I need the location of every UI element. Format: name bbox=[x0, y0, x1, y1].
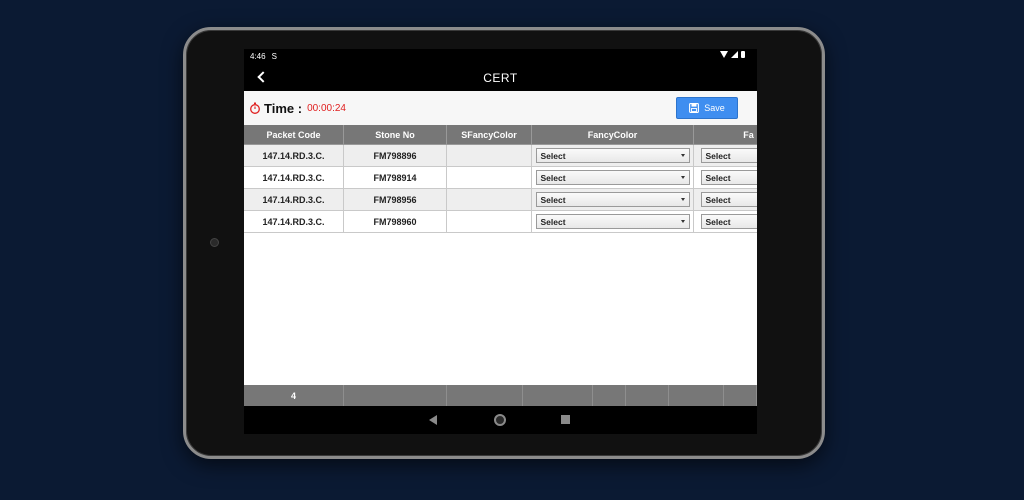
select-value: Select bbox=[540, 194, 566, 205]
cert-table: Packet Code Stone No SFancyColor FancyCo… bbox=[244, 125, 757, 233]
fancycolor-select[interactable]: Select bbox=[535, 192, 690, 207]
packet-code-cell: 147.14.RD.3.C. bbox=[244, 189, 344, 211]
select-value: Select bbox=[540, 150, 566, 161]
back-button[interactable] bbox=[252, 68, 270, 86]
stone-no-cell: FM798896 bbox=[344, 145, 447, 167]
fancycolor-cell: Select bbox=[532, 167, 694, 189]
header-fa: Fa bbox=[694, 125, 757, 145]
fancycolor-cell: Select bbox=[532, 145, 694, 167]
app-notification-icon: S bbox=[271, 52, 277, 61]
elapsed-time: 00:00:24 bbox=[307, 102, 346, 114]
footer-cell bbox=[344, 385, 447, 406]
sfancycolor-cell bbox=[447, 189, 532, 211]
fa-select[interactable]: Select bbox=[700, 148, 757, 163]
select-value: Select bbox=[540, 216, 566, 227]
packet-code-cell: 147.14.RD.3.C. bbox=[244, 167, 344, 189]
nav-back-icon[interactable] bbox=[429, 415, 437, 425]
caret-down-icon bbox=[680, 220, 685, 223]
stopwatch-icon bbox=[250, 102, 260, 114]
stone-no-cell: FM798956 bbox=[344, 189, 447, 211]
fa-cell: Select bbox=[694, 211, 757, 233]
footer-cell bbox=[593, 385, 626, 406]
fancycolor-cell: Select bbox=[532, 211, 694, 233]
battery-icon bbox=[741, 51, 745, 58]
status-bar: 4:46 S bbox=[244, 49, 757, 64]
table-row: 147.14.RD.3.C. FM798960 Select Select bbox=[244, 211, 757, 233]
packet-code-cell: 147.14.RD.3.C. bbox=[244, 145, 344, 167]
save-button[interactable]: Save bbox=[676, 97, 738, 119]
table-row: 147.14.RD.3.C. FM798956 Select Select bbox=[244, 189, 757, 211]
nav-home-icon[interactable] bbox=[494, 414, 506, 426]
time-label: Time : bbox=[264, 100, 303, 116]
footer-cell bbox=[669, 385, 724, 406]
signal-icon bbox=[731, 51, 738, 58]
nav-recents-icon[interactable] bbox=[561, 415, 570, 424]
app-screen: 4:46 S CERT Time : 00:00:24 Save Packet … bbox=[244, 49, 757, 434]
footer-cell bbox=[724, 385, 757, 406]
android-nav-bar bbox=[244, 406, 757, 434]
fa-select[interactable]: Select bbox=[700, 214, 757, 229]
header-fancycolor: FancyColor bbox=[532, 125, 694, 145]
packet-code-cell: 147.14.RD.3.C. bbox=[244, 211, 344, 233]
timer-toolbar: Time : 00:00:24 Save bbox=[244, 91, 757, 125]
select-value: Select bbox=[705, 150, 731, 161]
header-sfancycolor: SFancyColor bbox=[447, 125, 532, 145]
sfancycolor-cell bbox=[447, 145, 532, 167]
fa-cell: Select bbox=[694, 145, 757, 167]
camera-dot bbox=[210, 238, 219, 247]
fa-select[interactable]: Select bbox=[700, 170, 757, 185]
table-row: 147.14.RD.3.C. FM798914 Select Select bbox=[244, 167, 757, 189]
select-value: Select bbox=[705, 216, 731, 227]
caret-down-icon bbox=[680, 154, 685, 157]
header-packet-code: Packet Code bbox=[244, 125, 344, 145]
caret-down-icon bbox=[680, 176, 685, 179]
fa-cell: Select bbox=[694, 189, 757, 211]
stone-no-cell: FM798914 bbox=[344, 167, 447, 189]
fancycolor-cell: Select bbox=[532, 189, 694, 211]
chevron-left-icon bbox=[257, 71, 269, 83]
fa-cell: Select bbox=[694, 167, 757, 189]
footer-cell bbox=[447, 385, 523, 406]
table-row: 147.14.RD.3.C. FM798896 Select Select bbox=[244, 145, 757, 167]
fa-select[interactable]: Select bbox=[700, 192, 757, 207]
select-value: Select bbox=[705, 194, 731, 205]
row-count: 4 bbox=[244, 385, 344, 406]
app-bar: CERT bbox=[244, 64, 757, 91]
sfancycolor-cell bbox=[447, 167, 532, 189]
sfancycolor-cell bbox=[447, 211, 532, 233]
select-value: Select bbox=[540, 172, 566, 183]
save-button-label: Save bbox=[704, 103, 725, 113]
floppy-disk-icon bbox=[689, 103, 700, 113]
caret-down-icon bbox=[680, 198, 685, 201]
table-footer: 4 bbox=[244, 385, 757, 406]
table-header-row: Packet Code Stone No SFancyColor FancyCo… bbox=[244, 125, 757, 145]
fancycolor-select[interactable]: Select bbox=[535, 148, 690, 163]
select-value: Select bbox=[705, 172, 731, 183]
fancycolor-select[interactable]: Select bbox=[535, 170, 690, 185]
status-time: 4:46 bbox=[250, 52, 266, 61]
footer-cell bbox=[626, 385, 669, 406]
fancycolor-select[interactable]: Select bbox=[535, 214, 690, 229]
wifi-icon bbox=[720, 51, 728, 58]
stone-no-cell: FM798960 bbox=[344, 211, 447, 233]
header-stone-no: Stone No bbox=[344, 125, 447, 145]
footer-cell bbox=[523, 385, 593, 406]
page-title: CERT bbox=[483, 70, 518, 85]
